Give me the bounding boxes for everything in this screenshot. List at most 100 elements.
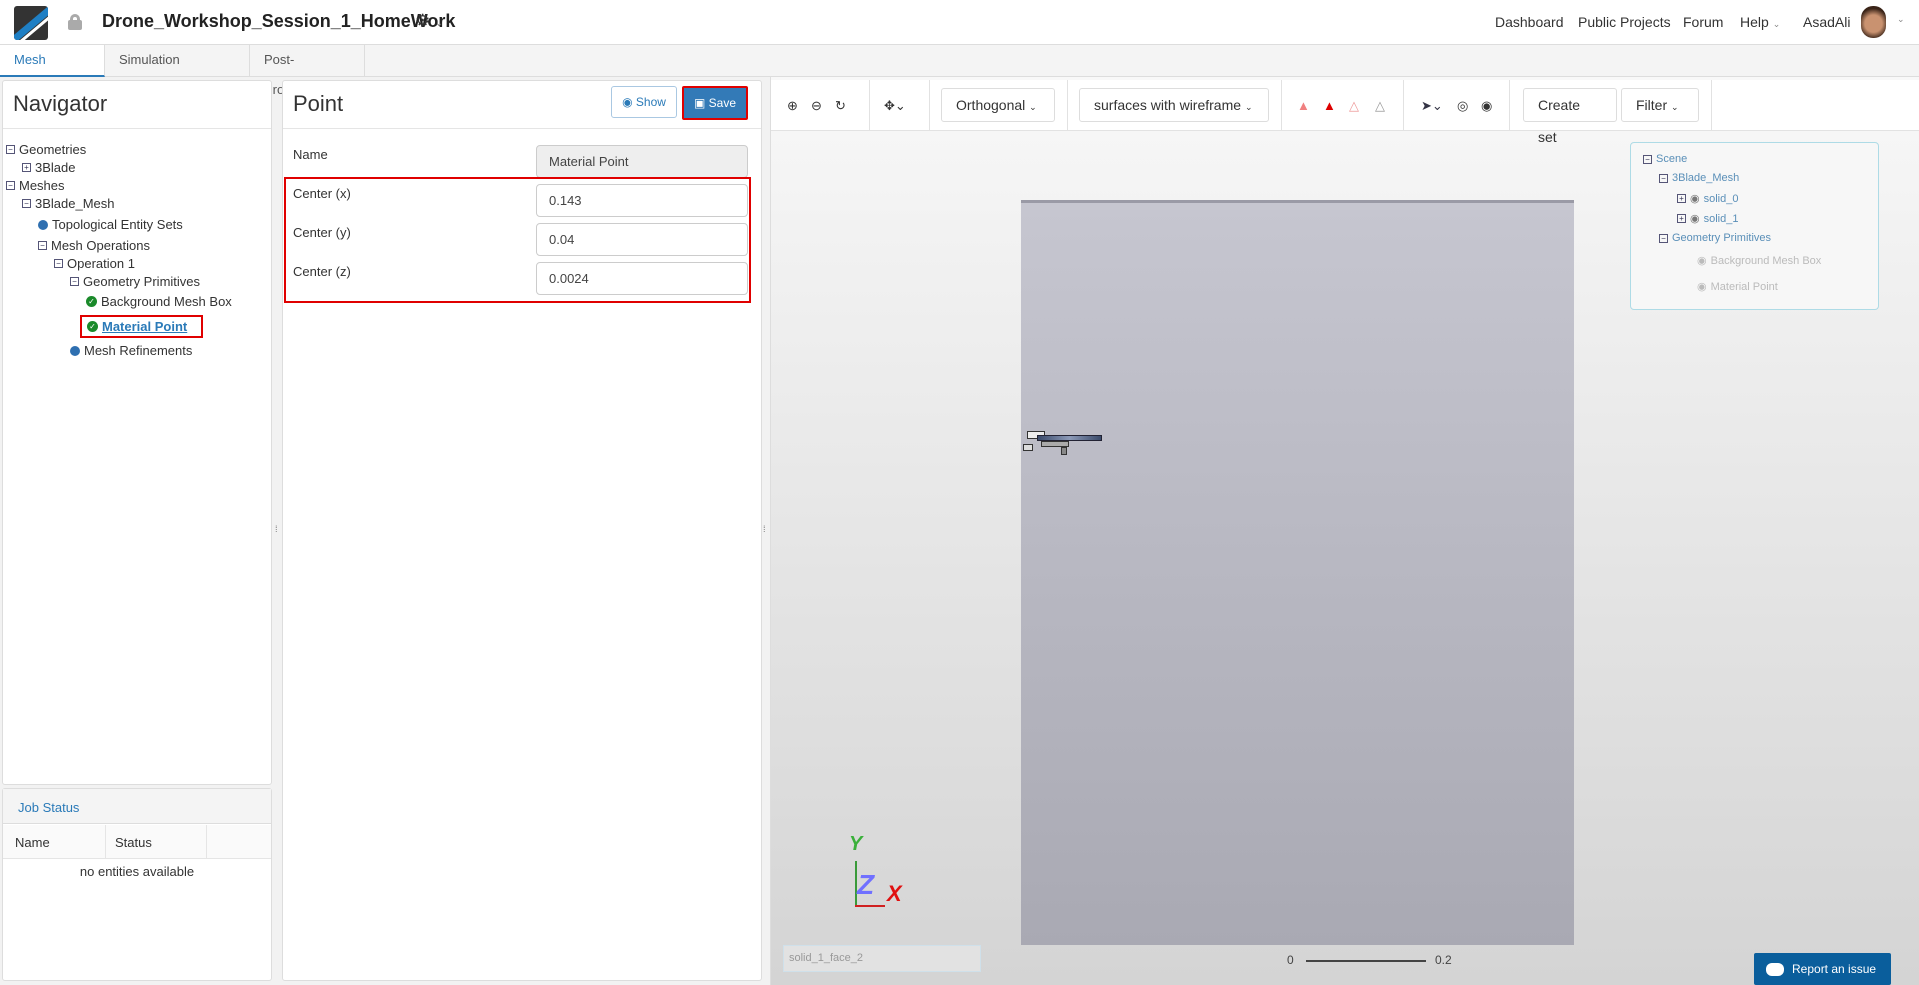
scale-min-label: 0 [1287, 953, 1294, 967]
tree-label: Geometries [19, 142, 87, 157]
scene-label: solid_1 [1703, 212, 1739, 225]
tree-meshes[interactable]: − Meshes [6, 178, 65, 193]
splitter-handle[interactable]: ⁞ [275, 524, 278, 534]
scale-bar [1306, 960, 1426, 962]
background-mesh-box[interactable] [1021, 200, 1574, 945]
collapse-icon[interactable]: − [22, 199, 31, 208]
scene-tree-panel: − Scene −3Blade_Mesh + ◉ solid_0 + ◉ solid_1 … [1630, 142, 1879, 310]
wireframe-view-icon[interactable]: △ [1349, 98, 1359, 114]
splitter-handle[interactable]: ⁞ [763, 524, 766, 534]
show-button[interactable]: ◉ Show [611, 86, 677, 118]
empty-message: no entities available [79, 864, 195, 879]
surface-edges-view-icon[interactable]: ▲ [1323, 98, 1336, 113]
reset-view-icon[interactable]: ↻ [835, 98, 846, 114]
tab-simulation-designer[interactable]: Simulation Designer [105, 45, 250, 97]
projection-dropdown[interactable]: Orthogonal ⌄ [941, 88, 1055, 122]
tree-label: 3Blade_Mesh [35, 196, 115, 211]
tree-label: Mesh Refinements [84, 343, 193, 358]
scene-geometry-primitives[interactable]: − Geometry Primitives [1659, 232, 1771, 244]
tree-geometries[interactable]: − Geometries [6, 142, 86, 157]
axis-y-label: Y [849, 833, 863, 855]
center-y-label: Center (y) [293, 225, 351, 240]
pan-move-icon[interactable]: ✥⌄ [884, 98, 906, 114]
eye-icon[interactable]: ◉ [1697, 280, 1707, 293]
collapse-icon[interactable]: − [1643, 154, 1652, 164]
tree-mesh-operations[interactable]: − Mesh Operations [38, 238, 150, 253]
tree-geometry-primitives[interactable]: − Geometry Primitives [70, 274, 200, 289]
status-dot-icon [38, 219, 48, 230]
settings-gear-icon[interactable]: ⚙ ⌄ [415, 11, 443, 31]
column-status[interactable]: Status [115, 835, 152, 850]
scene-material-point[interactable]: ◉ Material Point [1697, 280, 1778, 294]
create-set-button[interactable]: Create set [1523, 88, 1617, 145]
column-name[interactable]: Name [15, 835, 50, 850]
selection-textarea[interactable]: solid_1_face_2 [783, 945, 981, 972]
3d-viewer[interactable]: ⊕ ⊖ ↻ ✥⌄ Orthogonal ⌄ surfaces with wire… [770, 77, 1919, 985]
job-status-panel: Job Status Name Status no entities avail… [2, 788, 272, 981]
scene-solid-1[interactable]: + ◉ solid_1 [1677, 212, 1738, 225]
zoom-in-icon[interactable]: ⊕ [787, 98, 798, 114]
avatar[interactable] [1861, 6, 1886, 38]
surface-view-icon[interactable]: ▲ [1297, 98, 1310, 113]
scale-max-label: 0.2 [1435, 953, 1452, 967]
scene-background-mesh-box[interactable]: ◉ Background Mesh Box [1697, 254, 1821, 268]
tree-topological-entity-sets[interactable]: Topological Entity Sets [38, 217, 183, 232]
user-name[interactable]: AsadAli [1803, 14, 1850, 30]
eye-icon[interactable]: ◉ [1690, 212, 1700, 225]
filter-dropdown[interactable]: Filter ⌄ [1621, 88, 1699, 122]
collapse-icon[interactable]: − [54, 259, 63, 268]
tree-label: Mesh Operations [51, 238, 150, 253]
scene-solid-0[interactable]: + ◉ solid_0 [1677, 192, 1738, 205]
tab-mesh-creator[interactable]: Mesh Creator [0, 45, 105, 97]
collapse-icon[interactable]: − [1659, 173, 1668, 183]
scene-root[interactable]: − Scene [1643, 153, 1687, 165]
expand-icon[interactable]: + [22, 163, 31, 172]
scene-3blade-mesh[interactable]: −3Blade_Mesh [1659, 172, 1739, 184]
collapse-icon[interactable]: − [70, 277, 79, 286]
divider [3, 128, 271, 129]
center-x-input[interactable]: 0.143 [536, 184, 748, 217]
workflow-tabs: Mesh Creator Simulation Designer Post-Pr… [0, 45, 1919, 97]
expand-icon[interactable]: + [1677, 214, 1686, 223]
tab-post-processor[interactable]: Post-Processor [250, 45, 365, 97]
collapse-icon[interactable]: − [6, 145, 15, 154]
nav-public-projects[interactable]: Public Projects [1578, 14, 1671, 30]
center-y-input[interactable]: 0.04 [536, 223, 748, 256]
eye-icon[interactable]: ◉ [1690, 192, 1700, 205]
viewer-toolbar: ⊕ ⊖ ↻ ✥⌄ Orthogonal ⌄ surfaces with wire… [771, 80, 1919, 145]
app-logo[interactable] [14, 6, 48, 40]
tree-material-point[interactable]: ✓ Material Point [80, 315, 204, 338]
render-mode-dropdown[interactable]: surfaces with wireframe ⌄ [1079, 88, 1269, 122]
collapse-icon[interactable]: − [38, 241, 47, 250]
tree-3blade-mesh[interactable]: −3Blade_Mesh [22, 196, 115, 211]
lock-icon [68, 14, 82, 30]
name-field[interactable]: Material Point [536, 145, 748, 178]
point-title: Point [293, 91, 344, 116]
eye-icon[interactable]: ◉ [1697, 254, 1707, 267]
show-all-eye-icon[interactable]: ◉ [1481, 98, 1492, 114]
camera-icon [1766, 963, 1784, 977]
collapse-icon[interactable]: − [1659, 233, 1668, 243]
nav-help[interactable]: Help ⌄ [1740, 14, 1780, 30]
nav-dashboard[interactable]: Dashboard [1495, 14, 1564, 30]
report-issue-button[interactable]: Report an issue [1754, 953, 1891, 985]
hide-icon[interactable]: ◎ [1457, 98, 1468, 114]
drone-model[interactable] [1023, 427, 1103, 459]
status-dot-icon [70, 345, 80, 356]
floppy-disk-icon: ▣ [693, 96, 706, 110]
collapse-icon[interactable]: − [6, 181, 15, 190]
zoom-out-icon[interactable]: ⊖ [811, 98, 822, 114]
center-z-input[interactable]: 0.0024 [536, 262, 748, 295]
tree-mesh-refinements[interactable]: Mesh Refinements [70, 343, 192, 358]
user-menu-chevron-icon[interactable]: ⌄ [1897, 14, 1905, 25]
filter-label: Filter [1636, 97, 1668, 113]
tree-operation-1[interactable]: − Operation 1 [54, 256, 135, 271]
select-cursor-icon[interactable]: ➤⌄ [1421, 98, 1443, 114]
save-button[interactable]: ▣ Save [682, 86, 748, 120]
nav-forum[interactable]: Forum [1683, 14, 1723, 30]
points-view-icon[interactable]: △ [1375, 98, 1385, 114]
tree-background-mesh-box[interactable]: ✓ Background Mesh Box [86, 294, 232, 309]
expand-icon[interactable]: + [1677, 194, 1686, 203]
tree-label: Material Point [102, 319, 188, 334]
tree-3blade[interactable]: +3Blade [22, 160, 75, 175]
